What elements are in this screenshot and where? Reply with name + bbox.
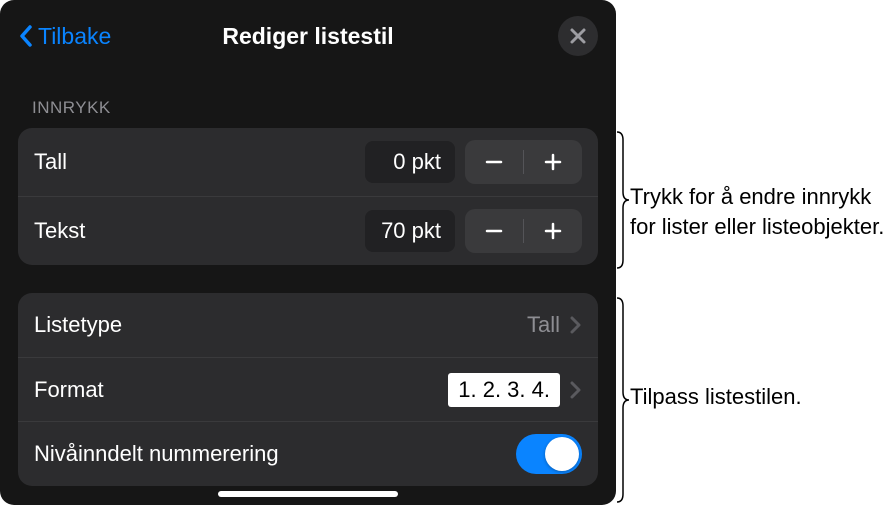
indent-group: Tall 0 pkt Tekst 70 pkt — [18, 128, 598, 265]
tiered-toggle[interactable] — [516, 434, 582, 474]
plus-icon — [542, 220, 564, 242]
row-text-indent: Tekst 70 pkt — [18, 196, 598, 265]
chevron-left-icon — [18, 24, 34, 48]
number-indent-stepper — [465, 140, 582, 184]
indent-value: 70 pkt — [365, 210, 455, 252]
row-format[interactable]: Format 1. 2. 3. 4. — [18, 357, 598, 421]
row-list-type[interactable]: Listetype Tall — [18, 293, 598, 357]
chevron-right-icon — [570, 380, 582, 400]
list-style-panel: Tilbake Rediger listestil INNRYKK Tall 0… — [0, 0, 616, 505]
row-number-indent: Tall 0 pkt — [18, 128, 598, 196]
increment-button[interactable] — [524, 140, 582, 184]
chevron-right-icon — [570, 315, 582, 335]
panel-header: Tilbake Rediger listestil — [0, 0, 616, 74]
close-icon — [569, 27, 587, 45]
minus-icon — [483, 151, 505, 173]
row-label: Nivåinndelt nummerering — [34, 441, 516, 467]
decrement-button[interactable] — [465, 209, 523, 253]
callout-bracket — [616, 130, 630, 270]
home-indicator — [218, 491, 398, 497]
row-label: Format — [34, 377, 448, 403]
row-tiered-numbering: Nivåinndelt nummerering — [18, 421, 598, 486]
row-label: Listetype — [34, 312, 527, 338]
callout-bracket — [616, 296, 630, 504]
callouts-area: Trykk for å endre innrykk for lister ell… — [616, 0, 886, 505]
style-group: Listetype Tall Format 1. 2. 3. 4. Nivåin… — [18, 293, 598, 486]
row-label: Tekst — [34, 218, 365, 244]
increment-button[interactable] — [524, 209, 582, 253]
toggle-knob — [545, 437, 579, 471]
plus-icon — [542, 151, 564, 173]
decrement-button[interactable] — [465, 140, 523, 184]
back-button[interactable]: Tilbake — [18, 23, 111, 50]
indent-value: 0 pkt — [365, 141, 455, 183]
back-label: Tilbake — [38, 23, 111, 50]
row-label: Tall — [34, 149, 365, 175]
text-indent-stepper — [465, 209, 582, 253]
callout-style: Tilpass listestilen. — [630, 382, 802, 412]
section-header-indent: INNRYKK — [0, 74, 616, 128]
list-type-value: Tall — [527, 312, 560, 338]
callout-indent: Trykk for å endre innrykk for lister ell… — [630, 182, 886, 241]
format-preview: 1. 2. 3. 4. — [448, 373, 560, 407]
close-button[interactable] — [558, 16, 598, 56]
minus-icon — [483, 220, 505, 242]
